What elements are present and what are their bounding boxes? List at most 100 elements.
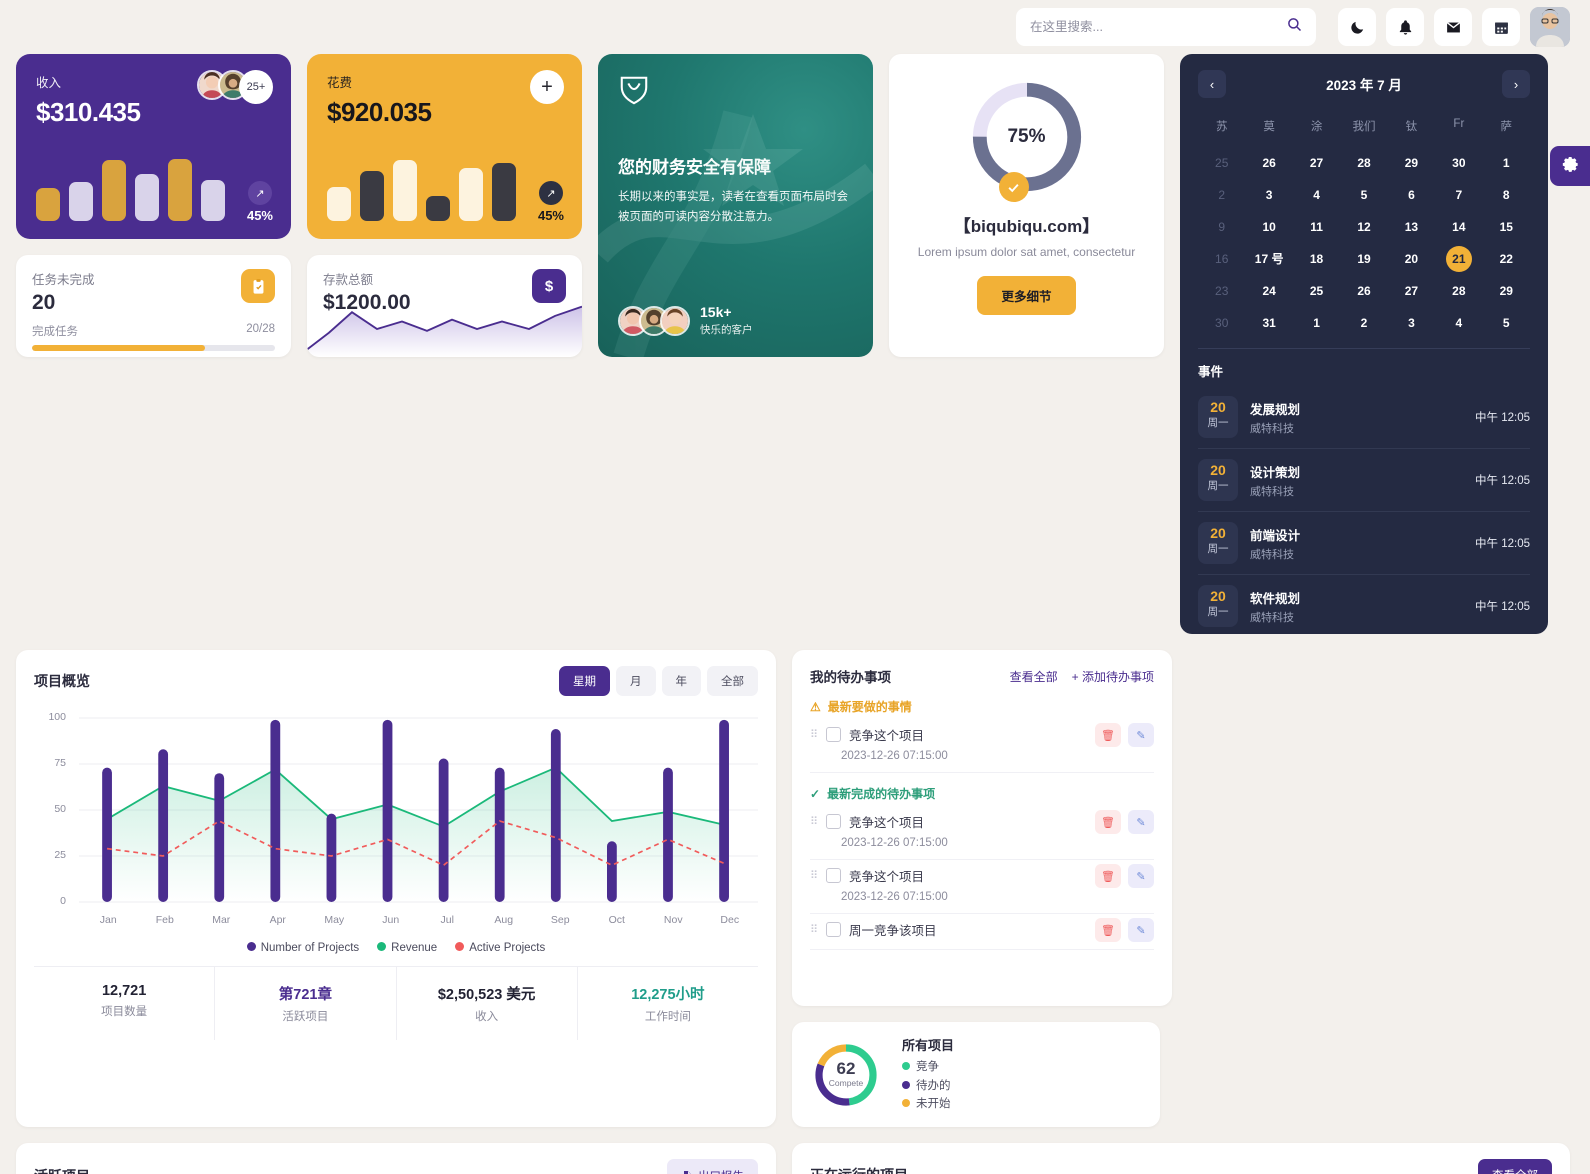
todo-add-link[interactable]: + 添加待办事项 xyxy=(1072,668,1154,685)
y-axis-tick: 0 xyxy=(60,895,66,907)
delete-icon[interactable]: 🗑 xyxy=(1095,864,1121,888)
todo-checkbox[interactable] xyxy=(826,922,841,937)
chart-range-tab[interactable]: 月 xyxy=(616,666,656,696)
todo-checkbox[interactable] xyxy=(826,868,841,883)
calendar-day[interactable]: 22 xyxy=(1483,246,1530,272)
all-projects-title: 所有项目 xyxy=(902,1037,955,1053)
event-weekday: 周一 xyxy=(1207,606,1229,619)
calendar-day[interactable]: 23 xyxy=(1198,278,1245,304)
event-date: 20 周一 xyxy=(1198,522,1238,564)
event-day: 20 xyxy=(1210,462,1226,478)
edit-icon[interactable]: ✎ xyxy=(1128,918,1154,942)
event-item[interactable]: 20 周一 发展规划 威特科技 中午 12:05 xyxy=(1198,386,1530,449)
edit-icon[interactable]: ✎ xyxy=(1128,723,1154,747)
edit-icon[interactable]: ✎ xyxy=(1128,810,1154,834)
event-item[interactable]: 20 周一 设计策划 威特科技 中午 12:05 xyxy=(1198,449,1530,512)
calendar-day[interactable]: 29 xyxy=(1388,150,1435,176)
moon-icon[interactable] xyxy=(1338,8,1376,46)
calendar-day[interactable]: 12 xyxy=(1340,214,1387,240)
calendar-day[interactable]: 4 xyxy=(1435,310,1482,336)
calendar-day[interactable]: 21 xyxy=(1445,246,1472,272)
calendar-day[interactable]: 28 xyxy=(1340,150,1387,176)
calendar-day[interactable]: 10 xyxy=(1245,214,1292,240)
calendar-icon[interactable] xyxy=(1482,8,1520,46)
delete-icon[interactable]: 🗑 xyxy=(1095,723,1121,747)
drag-handle-icon[interactable]: ⠿ xyxy=(810,816,818,827)
calendar-day[interactable]: 3 xyxy=(1245,182,1292,208)
todo-checkbox[interactable] xyxy=(826,814,841,829)
mail-icon[interactable] xyxy=(1434,8,1472,46)
delete-icon[interactable]: 🗑 xyxy=(1095,810,1121,834)
delete-icon[interactable]: 🗑 xyxy=(1095,918,1121,942)
todo-checkbox[interactable] xyxy=(826,727,841,742)
calendar-day[interactable]: 25 xyxy=(1293,278,1340,304)
bell-icon[interactable] xyxy=(1386,8,1424,46)
calendar-prev-button[interactable]: ‹ xyxy=(1198,70,1226,98)
calendar-day[interactable]: 9 xyxy=(1198,214,1245,240)
calendar-day[interactable]: 24 xyxy=(1245,278,1292,304)
search-icon[interactable] xyxy=(1287,17,1302,37)
promo-avatars xyxy=(618,305,690,336)
calendar-day[interactable]: 2 xyxy=(1340,310,1387,336)
calendar-day[interactable]: 30 xyxy=(1435,150,1482,176)
calendar-day[interactable]: 29 xyxy=(1483,278,1530,304)
calendar-day[interactable]: 15 xyxy=(1483,214,1530,240)
calendar-day[interactable]: 2 xyxy=(1198,182,1245,208)
calendar-day[interactable]: 5 xyxy=(1340,182,1387,208)
legend-item[interactable]: Revenue xyxy=(377,942,437,954)
event-company: 威特科技 xyxy=(1250,611,1294,624)
calendar-day[interactable]: 14 xyxy=(1435,214,1482,240)
calendar-day[interactable]: 31 xyxy=(1245,310,1292,336)
events-list: 20 周一 发展规划 威特科技 中午 12:05 20 周一 设计策划 威特科技 中午 12:05… xyxy=(1198,386,1530,634)
todo-view-all-link[interactable]: 查看全部 xyxy=(1010,668,1058,685)
calendar-day[interactable]: 30 xyxy=(1198,310,1245,336)
calendar-day[interactable]: 19 xyxy=(1340,246,1387,272)
calendar-day[interactable]: 1 xyxy=(1293,310,1340,336)
calendar-day[interactable]: 8 xyxy=(1483,182,1530,208)
warning-icon: ⚠ xyxy=(810,699,821,714)
event-item[interactable]: 20 周一 前端设计 威特科技 中午 12:05 xyxy=(1198,512,1530,575)
search-box[interactable] xyxy=(1016,8,1316,46)
drag-handle-icon[interactable]: ⠿ xyxy=(810,924,818,935)
calendar-day[interactable]: 18 xyxy=(1293,246,1340,272)
chart-range-tab[interactable]: 年 xyxy=(661,666,701,696)
calendar-day[interactable]: 7 xyxy=(1435,182,1482,208)
calendar-day[interactable]: 20 xyxy=(1388,246,1435,272)
edit-icon[interactable]: ✎ xyxy=(1128,864,1154,888)
calendar-day[interactable]: 3 xyxy=(1388,310,1435,336)
drag-handle-icon[interactable]: ⠿ xyxy=(810,729,818,740)
calendar-day[interactable]: 28 xyxy=(1435,278,1482,304)
more-details-button[interactable]: 更多细节 xyxy=(977,276,1076,316)
event-item[interactable]: 20 周一 软件规划 威特科技 中午 12:05 xyxy=(1198,575,1530,634)
legend-item[interactable]: Number of Projects xyxy=(246,942,359,954)
calendar-day[interactable]: 6 xyxy=(1388,182,1435,208)
calendar-day[interactable]: 17 号 xyxy=(1245,246,1292,272)
chart-range-tab[interactable]: 星期 xyxy=(559,666,610,696)
calendar-day[interactable]: 13 xyxy=(1388,214,1435,240)
calendar-day[interactable]: 16 xyxy=(1198,246,1245,272)
calendar-day[interactable]: 27 xyxy=(1388,278,1435,304)
running-view-all-button[interactable]: 查看全部 xyxy=(1478,1159,1552,1174)
event-time: 中午 12:05 xyxy=(1475,475,1530,487)
calendar-day[interactable]: 25 xyxy=(1198,150,1245,176)
drag-handle-icon[interactable]: ⠿ xyxy=(810,870,818,881)
export-report-button[interactable]: 出口报告 xyxy=(667,1159,758,1174)
revenue-avatar-more[interactable]: 25+ xyxy=(239,70,273,104)
calendar-day[interactable]: 26 xyxy=(1340,278,1387,304)
all-projects-legend-item: 未开始 xyxy=(902,1095,954,1114)
event-name: 前端设计 xyxy=(1250,528,1301,543)
add-expense-button[interactable]: + xyxy=(530,70,564,104)
settings-tab-button[interactable] xyxy=(1550,146,1590,186)
calendar-day[interactable]: 1 xyxy=(1483,150,1530,176)
calendar-day[interactable]: 26 xyxy=(1245,150,1292,176)
calendar-day[interactable]: 4 xyxy=(1293,182,1340,208)
calendar-day[interactable]: 11 xyxy=(1293,214,1340,240)
legend-item[interactable]: Active Projects xyxy=(455,942,545,954)
calendar-day[interactable]: 5 xyxy=(1483,310,1530,336)
chart-range-tab[interactable]: 全部 xyxy=(707,666,758,696)
calendar-day[interactable]: 27 xyxy=(1293,150,1340,176)
calendar-next-button[interactable]: › xyxy=(1501,70,1530,98)
mini-bar xyxy=(168,158,192,221)
search-input[interactable] xyxy=(1030,20,1279,34)
avatar[interactable] xyxy=(1530,7,1570,47)
